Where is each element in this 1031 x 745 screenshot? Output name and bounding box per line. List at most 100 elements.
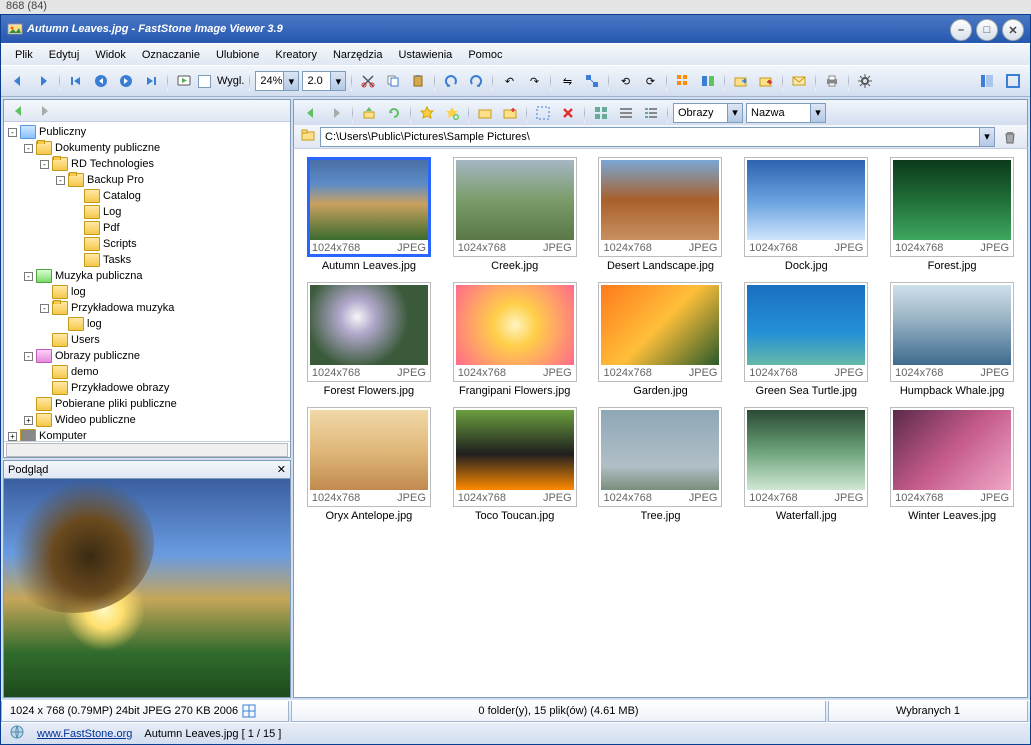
newfolder-button[interactable] xyxy=(499,102,521,124)
zoom-combo[interactable]: 24%▾ xyxy=(255,71,299,91)
tree-node[interactable]: Tasks xyxy=(6,252,290,268)
minimize-button[interactable]: – xyxy=(950,19,972,41)
tree-node[interactable]: Pdf xyxy=(6,220,290,236)
tree-node[interactable]: Users xyxy=(6,332,290,348)
print-button[interactable] xyxy=(821,70,843,92)
thumbnail[interactable]: 1024x768JPEGOryx Antelope.jpg xyxy=(302,407,436,522)
openfolder-button[interactable] xyxy=(474,102,496,124)
collapse-icon[interactable]: - xyxy=(24,352,33,361)
thumbnail[interactable]: 1024x768JPEGDesert Landscape.jpg xyxy=(594,157,728,272)
delete-button[interactable] xyxy=(557,102,579,124)
redo-button[interactable] xyxy=(465,70,487,92)
trash-button[interactable] xyxy=(999,126,1021,148)
collapse-icon[interactable]: - xyxy=(40,304,49,313)
email-button[interactable] xyxy=(788,70,810,92)
skip-first-button[interactable] xyxy=(65,70,87,92)
collapse-icon[interactable]: - xyxy=(40,160,49,169)
path-combo[interactable]: C:\Users\Public\Pictures\Sample Pictures… xyxy=(320,127,995,147)
rotate3-button[interactable]: ⟳ xyxy=(639,70,661,92)
menu-kreatory[interactable]: Kreatory xyxy=(267,47,325,63)
layout1-button[interactable] xyxy=(976,70,998,92)
menu-ulubione[interactable]: Ulubione xyxy=(208,47,267,63)
cut-button[interactable] xyxy=(357,70,379,92)
thumbnail[interactable]: 1024x768JPEGForest Flowers.jpg xyxy=(302,282,436,397)
maximize-button[interactable]: □ xyxy=(976,19,998,41)
compare-button[interactable] xyxy=(697,70,719,92)
next-button[interactable] xyxy=(115,70,137,92)
select-all-button[interactable] xyxy=(532,102,554,124)
menu-ustawienia[interactable]: Ustawienia xyxy=(391,47,461,63)
view-detail-button[interactable] xyxy=(640,102,662,124)
tree-node[interactable]: Catalog xyxy=(6,188,290,204)
tree-forward-button[interactable] xyxy=(33,100,55,122)
tree-node[interactable]: demo xyxy=(6,364,290,380)
resize-button[interactable] xyxy=(581,70,603,92)
collapse-icon[interactable]: - xyxy=(24,272,33,281)
expand-icon[interactable]: + xyxy=(8,432,17,441)
tree-back-button[interactable] xyxy=(8,100,30,122)
filter-combo[interactable]: Obrazy▾ xyxy=(673,103,743,123)
nav-back-button[interactable] xyxy=(300,102,322,124)
refresh-button[interactable] xyxy=(383,102,405,124)
close-button[interactable]: ✕ xyxy=(1002,19,1024,41)
preview-close-button[interactable]: ✕ xyxy=(277,463,286,476)
thumbnail[interactable]: 1024x768JPEGGarden.jpg xyxy=(594,282,728,397)
menu-plik[interactable]: Plik xyxy=(7,47,41,63)
tree-node[interactable]: -Przykładowa muzyka xyxy=(6,300,290,316)
tree-node[interactable]: log xyxy=(6,284,290,300)
thumbnail[interactable]: 1024x768JPEGDock.jpg xyxy=(739,157,873,272)
rotate-right-button[interactable]: ↷ xyxy=(523,70,545,92)
thumbnail[interactable]: 1024x768JPEGHumpback Whale.jpg xyxy=(885,282,1019,397)
tree-node[interactable]: -Muzyka publiczna xyxy=(6,268,290,284)
tree-node[interactable]: Scripts xyxy=(6,236,290,252)
rotate-left-button[interactable]: ↶ xyxy=(498,70,520,92)
tree-node[interactable]: +Komputer xyxy=(6,428,290,441)
collapse-icon[interactable]: - xyxy=(24,144,33,153)
settings-button[interactable] xyxy=(854,70,876,92)
movefolder-button[interactable] xyxy=(730,70,752,92)
view-list-button[interactable] xyxy=(615,102,637,124)
expand-icon[interactable]: + xyxy=(24,416,33,425)
thumbnail[interactable]: 1024x768JPEGTree.jpg xyxy=(594,407,728,522)
rotate2-button[interactable]: ⟲ xyxy=(614,70,636,92)
prev-button[interactable] xyxy=(90,70,112,92)
thumbnail[interactable]: 1024x768JPEGCreek.jpg xyxy=(448,157,582,272)
website-link[interactable]: www.FastStone.org xyxy=(37,728,132,740)
view-thumb-button[interactable] xyxy=(590,102,612,124)
tree-node[interactable]: Przykładowe obrazy xyxy=(6,380,290,396)
menu-widok[interactable]: Widok xyxy=(87,47,134,63)
thumbnail[interactable]: 1024x768JPEGAutumn Leaves.jpg xyxy=(302,157,436,272)
paste-button[interactable] xyxy=(407,70,429,92)
tree-node[interactable]: +Wideo publiczne xyxy=(6,412,290,428)
skip-last-button[interactable] xyxy=(140,70,162,92)
menu-edytuj[interactable]: Edytuj xyxy=(41,47,88,63)
thumbnail[interactable]: 1024x768JPEGWinter Leaves.jpg xyxy=(885,407,1019,522)
titlebar[interactable]: Autumn Leaves.jpg - FastStone Image View… xyxy=(1,15,1030,43)
tree-node[interactable]: -Dokumenty publiczne xyxy=(6,140,290,156)
undo-button[interactable] xyxy=(440,70,462,92)
folder-tree[interactable]: -Publiczny-Dokumenty publiczne-RD Techno… xyxy=(4,122,290,441)
tree-node[interactable]: -Publiczny xyxy=(6,124,290,140)
menu-pomoc[interactable]: Pomoc xyxy=(460,47,510,63)
menu-narzędzia[interactable]: Narzędzia xyxy=(325,47,391,63)
sort-combo[interactable]: Nazwa▾ xyxy=(746,103,826,123)
fullscreen-button[interactable] xyxy=(1002,70,1024,92)
copy-button[interactable] xyxy=(382,70,404,92)
grid-button[interactable] xyxy=(672,70,694,92)
back-button[interactable] xyxy=(7,70,29,92)
preview-panel[interactable] xyxy=(3,478,291,698)
delay-combo[interactable]: 2.0▾ xyxy=(302,71,346,91)
thumbnail[interactable]: 1024x768JPEGToco Toucan.jpg xyxy=(448,407,582,522)
forward-button[interactable] xyxy=(32,70,54,92)
copyfolder-button[interactable] xyxy=(755,70,777,92)
tree-node[interactable]: -Obrazy publiczne xyxy=(6,348,290,364)
thumbnail[interactable]: 1024x768JPEGWaterfall.jpg xyxy=(739,407,873,522)
favorite-button[interactable] xyxy=(416,102,438,124)
tree-node[interactable]: Log xyxy=(6,204,290,220)
thumbnail[interactable]: 1024x768JPEGGreen Sea Turtle.jpg xyxy=(739,282,873,397)
nav-fwd-button[interactable] xyxy=(325,102,347,124)
thumbnail[interactable]: 1024x768JPEGForest.jpg xyxy=(885,157,1019,272)
tree-scrollbar[interactable] xyxy=(6,443,288,457)
up-button[interactable] xyxy=(358,102,380,124)
add-fav-button[interactable] xyxy=(441,102,463,124)
